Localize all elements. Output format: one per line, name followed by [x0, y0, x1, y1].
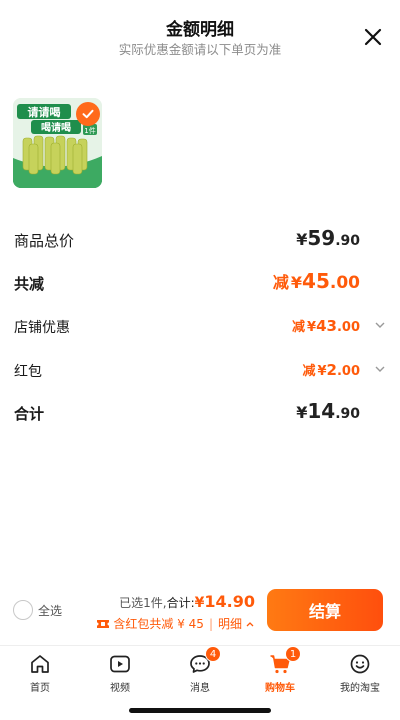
chevron-down-icon[interactable]: [374, 363, 386, 375]
svg-text:请请喝: 请请喝: [28, 105, 61, 119]
tab-bar: 首页 视频 4 消息 1 购物车 我的淘宝: [0, 645, 400, 696]
tab-label: 消息: [190, 683, 210, 694]
sum-label: 合计: [14, 405, 45, 423]
redpack-note: 含红包共减 ¥ 45: [113, 617, 204, 631]
svg-text:1件: 1件: [84, 126, 95, 135]
redpack-label: 红包: [14, 364, 42, 380]
select-all-label[interactable]: 全选: [38, 602, 62, 619]
profile-icon: [348, 652, 372, 676]
row-total: 商品总价 ¥59.90: [14, 226, 386, 256]
checkout-summary: 已选1件,合计:¥14.90: [119, 592, 255, 611]
shop-discount-value: 减 ¥43.00: [292, 317, 360, 335]
close-icon[interactable]: [362, 26, 384, 48]
selected-count: 已选1件,: [119, 596, 167, 610]
row-redpack[interactable]: 红包 减 ¥2.00: [14, 357, 386, 387]
row-sum: 合计 ¥14.90: [14, 399, 386, 429]
select-all-checkbox[interactable]: [13, 600, 33, 620]
row-shop-discount[interactable]: 店铺优惠 减 ¥43.00: [14, 313, 386, 343]
tab-label: 我的淘宝: [340, 683, 380, 694]
sum-value: ¥14.90: [296, 399, 360, 423]
tab-home[interactable]: 首页: [0, 650, 80, 694]
shop-discount-label: 店铺优惠: [14, 320, 70, 336]
tab-cart[interactable]: 1 购物车: [240, 646, 320, 694]
page-subtitle: 实际优惠金额请以下单页为准: [118, 42, 282, 57]
home-icon: [28, 652, 52, 676]
tab-video[interactable]: 视频: [80, 650, 160, 694]
tab-label: 视频: [110, 683, 130, 694]
amount-detail-sheet: 金额明细 实际优惠金额请以下单页为准 请请喝 喝请喝 1件 商品总价 ¥59.9…: [0, 0, 400, 585]
total-value: ¥59.90: [296, 226, 360, 250]
checkout-bar: 全选 已选1件,合计:¥14.90 含红包共减 ¥ 45 | 明细 结算: [0, 585, 400, 645]
reduce-value: 减 ¥45.00: [272, 269, 360, 293]
tab-profile[interactable]: 我的淘宝: [320, 650, 400, 694]
total-label: 商品总价: [14, 232, 75, 250]
detail-link[interactable]: 明细: [218, 615, 242, 632]
row-reduce: 共减 减 ¥45.00: [14, 269, 386, 299]
checkout-button[interactable]: 结算: [267, 589, 383, 631]
check-icon: [76, 102, 100, 126]
page-title: 金额明细: [166, 20, 234, 40]
message-badge: 4: [205, 646, 221, 662]
tab-messages[interactable]: 4 消息: [160, 646, 240, 694]
tab-label: 首页: [30, 683, 50, 694]
coupon-icon: [97, 619, 110, 628]
home-indicator[interactable]: [129, 708, 271, 713]
checkout-total-amount: ¥14.90: [194, 592, 255, 611]
reduce-label: 共减: [14, 275, 45, 293]
chevron-up-icon[interactable]: [245, 619, 255, 629]
redpack-value: 减 ¥2.00: [302, 361, 360, 379]
cart-badge: 1: [285, 646, 301, 662]
video-icon: [108, 652, 132, 676]
checkout-total-label: 合计:: [166, 596, 195, 610]
chevron-down-icon[interactable]: [374, 319, 386, 331]
tab-label: 购物车: [265, 683, 295, 694]
redpack-note-row[interactable]: 含红包共减 ¥ 45 | 明细: [96, 615, 255, 632]
message-icon: 4: [188, 646, 221, 676]
svg-text:喝请喝: 喝请喝: [41, 121, 71, 134]
product-thumbnail[interactable]: 请请喝 喝请喝 1件: [13, 98, 102, 188]
cart-icon: 1: [268, 646, 301, 676]
